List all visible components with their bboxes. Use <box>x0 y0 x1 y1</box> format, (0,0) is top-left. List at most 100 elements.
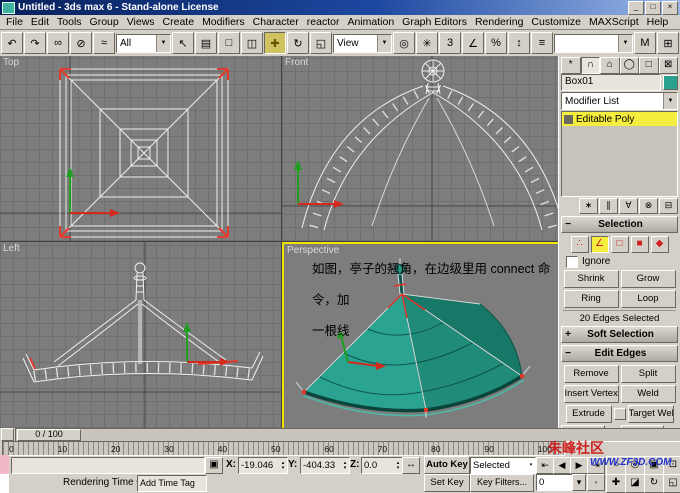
rollout-soft-selection-header[interactable]: + Soft Selection <box>561 326 678 343</box>
select-object-icon[interactable]: ↖ <box>172 32 194 54</box>
y-coord-field[interactable]: -404.33 ▴ ▾ <box>300 457 350 474</box>
y-spinner[interactable]: ▴ ▾ <box>341 460 349 471</box>
split-button[interactable]: Split <box>620 365 676 383</box>
tab-motion-icon[interactable]: ◯ <box>619 57 639 74</box>
selection-filter-dropdown[interactable]: All ▼ <box>116 33 171 53</box>
vertex-subobject-icon[interactable]: ∴ <box>570 236 589 253</box>
weld-button[interactable]: Weld <box>620 385 676 403</box>
auto-key-button[interactable]: Auto Key <box>424 456 470 474</box>
extrude-settings-button[interactable] <box>613 408 626 420</box>
menu-reactor[interactable]: reactor <box>303 16 344 28</box>
selection-lock-icon[interactable]: ▣ <box>205 457 223 474</box>
menu-help[interactable]: Help <box>643 16 673 28</box>
make-unique-icon[interactable]: ∀ <box>619 198 638 214</box>
loop-button[interactable]: Loop <box>620 290 676 308</box>
object-color-swatch[interactable] <box>663 75 678 90</box>
tab-create-icon[interactable]: * <box>561 57 581 74</box>
maxscript-mini-listener-white[interactable] <box>0 474 9 493</box>
maximize-button[interactable]: □ <box>645 0 661 15</box>
bind-to-spacewarp-icon[interactable]: ≈ <box>93 32 115 54</box>
configure-modifier-sets-icon[interactable]: ⊟ <box>659 198 678 214</box>
viewport-top[interactable]: Top <box>0 56 281 241</box>
shrink-button[interactable]: Shrink <box>563 270 619 288</box>
viewport-left[interactable]: Left <box>0 242 281 428</box>
target-weld-button[interactable]: Target Weld <box>627 405 674 423</box>
tab-display-icon[interactable]: □ <box>639 57 659 74</box>
frame-spinner[interactable]: ▾ <box>572 474 586 491</box>
menu-rendering[interactable]: Rendering <box>471 16 527 28</box>
mirror-icon[interactable]: M <box>634 32 656 54</box>
extrude-button[interactable]: Extrude <box>565 405 612 423</box>
modifier-stack[interactable]: Editable Poly <box>561 111 678 197</box>
menu-tools[interactable]: Tools <box>53 16 86 28</box>
use-pivot-center-icon[interactable]: ◎ <box>393 32 415 54</box>
select-and-rotate-icon[interactable]: ↻ <box>287 32 309 54</box>
unlink-selection-icon[interactable]: ⊘ <box>70 32 92 54</box>
pan-button[interactable]: ✚ <box>606 474 626 493</box>
set-key-button[interactable]: Set Key <box>424 474 470 492</box>
select-and-link-icon[interactable]: ∞ <box>47 32 69 54</box>
maxscript-mini-listener-pink[interactable] <box>0 455 9 474</box>
menu-modifiers[interactable]: Modifiers <box>198 16 249 28</box>
key-filters-button[interactable]: Key Filters... <box>470 474 534 492</box>
object-name-field[interactable]: Box01 <box>561 74 661 91</box>
select-and-scale-icon[interactable]: ◱ <box>310 32 332 54</box>
named-selection-sets-icon[interactable]: ≡ <box>531 32 553 54</box>
min-max-toggle-button[interactable]: ◱ <box>663 474 680 493</box>
modifier-list-dropdown[interactable]: Modifier List ▼ <box>561 92 678 110</box>
chevron-down-icon[interactable]: ▼ <box>377 34 391 52</box>
insert-vertex-button[interactable]: Insert Vertex <box>563 385 619 403</box>
viewport-perspective[interactable]: Perspective 如图，亭子的翘角，在边级里用 connect 命令，加 … <box>282 242 567 432</box>
select-and-manipulate-icon[interactable]: ✳ <box>416 32 438 54</box>
close-button[interactable]: × <box>662 0 678 15</box>
pin-stack-icon[interactable]: ∗ <box>579 198 598 214</box>
menu-graph-editors[interactable]: Graph Editors <box>398 16 471 28</box>
viewport-left-label[interactable]: Left <box>3 243 20 254</box>
chevron-down-icon[interactable]: ▼ <box>618 34 632 52</box>
mini-curve-editor-button[interactable] <box>1 428 14 441</box>
menu-group[interactable]: Group <box>86 16 123 28</box>
arc-rotate-button[interactable]: ↻ <box>644 474 664 493</box>
time-slider-thumb[interactable]: 0 / 100 <box>17 428 81 441</box>
tab-modify-icon[interactable]: ∩ <box>580 57 600 74</box>
spinner-snap-icon[interactable]: ↕ <box>508 32 530 54</box>
play-button[interactable]: ▶ <box>570 457 588 474</box>
menu-create[interactable]: Create <box>159 16 199 28</box>
remove-button[interactable]: Remove <box>563 365 619 383</box>
key-mode-toggle[interactable]: ◦ <box>587 474 605 491</box>
menu-animation[interactable]: Animation <box>343 16 398 28</box>
edge-subobject-icon[interactable]: ∠ <box>590 236 609 253</box>
align-icon[interactable]: ⊞ <box>657 32 679 54</box>
ring-button[interactable]: Ring <box>563 290 619 308</box>
angle-snap-icon[interactable]: ∠ <box>462 32 484 54</box>
viewport-top-label[interactable]: Top <box>3 57 19 68</box>
rollout-selection-header[interactable]: − Selection <box>561 216 678 233</box>
window-crossing-icon[interactable]: ◫ <box>241 32 263 54</box>
chevron-down-icon[interactable]: ▼ <box>156 34 170 52</box>
viewport-front-label[interactable]: Front <box>285 57 308 68</box>
key-selection-dropdown[interactable]: Selected ▾ <box>470 457 536 474</box>
menu-character[interactable]: Character <box>249 16 303 28</box>
named-selection-dropdown[interactable]: ▼ <box>554 33 633 53</box>
chevron-down-icon[interactable]: ▾ <box>527 463 535 468</box>
element-subobject-icon[interactable]: ◆ <box>650 236 669 253</box>
x-coord-field[interactable]: -19.046 ▴ ▾ <box>238 457 288 474</box>
redo-icon[interactable]: ↷ <box>24 32 46 54</box>
selection-region-icon[interactable]: □ <box>218 32 240 54</box>
show-end-result-icon[interactable]: ∥ <box>599 198 618 214</box>
current-frame-field[interactable]: 0 <box>536 474 574 491</box>
x-spinner[interactable]: ▴ ▾ <box>279 460 287 471</box>
menu-file[interactable]: File <box>2 16 27 28</box>
menu-maxscript[interactable]: MAXScript <box>585 16 643 28</box>
select-and-move-icon[interactable]: ✚ <box>264 32 286 54</box>
polygon-subobject-icon[interactable]: ■ <box>630 236 649 253</box>
viewport-front[interactable]: Front <box>282 56 563 241</box>
add-time-tag[interactable]: Add Time Tag <box>137 475 207 492</box>
reference-coordinate-dropdown[interactable]: View ▼ <box>333 33 392 53</box>
chevron-down-icon[interactable]: ▼ <box>663 93 677 109</box>
track-bar-ruler[interactable]: 0 10 20 30 40 50 60 70 80 90 100 <box>2 441 565 456</box>
minimize-button[interactable]: _ <box>628 0 644 15</box>
rollout-edit-edges-header[interactable]: − Edit Edges <box>561 345 678 362</box>
offset-mode-icon[interactable]: ↔ <box>402 457 420 474</box>
modifier-stack-item-editable-poly[interactable]: Editable Poly <box>562 112 677 126</box>
